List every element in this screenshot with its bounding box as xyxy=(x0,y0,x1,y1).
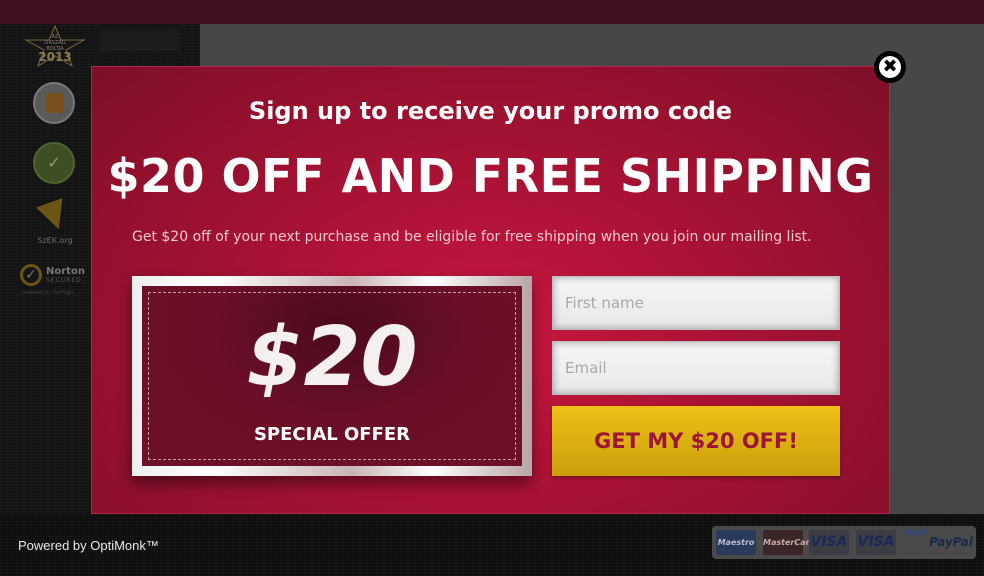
award-badge[interactable]: AZ ORSZÁG BOLTJA 2013 xyxy=(22,24,88,68)
coupon-amount: $20 xyxy=(246,310,418,405)
promo-popup: Sign up to receive your promo code $20 O… xyxy=(91,66,890,514)
award-year: 2013 xyxy=(38,50,72,64)
first-name-input[interactable] xyxy=(552,276,840,330)
popup-headline: $20 OFF AND FREE SHIPPING xyxy=(107,149,874,203)
paypal-logo: PayPal xyxy=(929,535,973,549)
norton-secured-badge[interactable]: ✓ Norton SECURED powered by VeriSign xyxy=(20,264,92,298)
site-header-bar xyxy=(0,0,984,24)
coupon-label: SPECIAL OFFER xyxy=(253,424,411,445)
coupon-inner: $20 SPECIAL OFFER xyxy=(142,286,522,466)
megbizhato-bolt-badge[interactable]: ✓ xyxy=(33,142,75,184)
vasarlo-badge[interactable] xyxy=(33,82,75,124)
popup-subtitle: Sign up to receive your promo code xyxy=(248,97,733,125)
visa-logo: VISA xyxy=(809,530,849,555)
blurred-logo xyxy=(100,30,180,52)
close-icon: ✖ xyxy=(879,56,901,78)
powered-by-link[interactable]: Powered by OptiMonk™ xyxy=(18,538,159,553)
checkmark-icon: ✓ xyxy=(47,153,61,172)
payu-logo: PayU xyxy=(904,528,928,537)
email-input[interactable] xyxy=(552,341,840,395)
payment-methods: Maestro MasterCard VISA VISA PayU PayPal xyxy=(712,526,976,559)
visa-electron-logo: VISA xyxy=(856,530,896,555)
norton-check-icon: ✓ xyxy=(20,264,42,286)
norton-powered-by: powered by VeriSign xyxy=(22,290,74,296)
maestro-logo: Maestro xyxy=(716,530,756,555)
mastercard-logo: MasterCard xyxy=(763,530,815,555)
szek-label: SzEK.org xyxy=(37,236,73,245)
szek-badge[interactable]: SzEK.org xyxy=(30,198,80,248)
popup-description: Get $20 off of your next purchase and be… xyxy=(132,229,812,245)
norton-title: Norton xyxy=(46,266,85,277)
norton-subtitle: SECURED xyxy=(46,277,82,284)
get-discount-button[interactable]: GET MY $20 OFF! xyxy=(552,406,840,476)
coupon-graphic: $20 SPECIAL OFFER xyxy=(132,276,532,476)
szek-logo-icon xyxy=(36,198,72,234)
close-popup-button[interactable]: ✖ xyxy=(874,51,906,83)
